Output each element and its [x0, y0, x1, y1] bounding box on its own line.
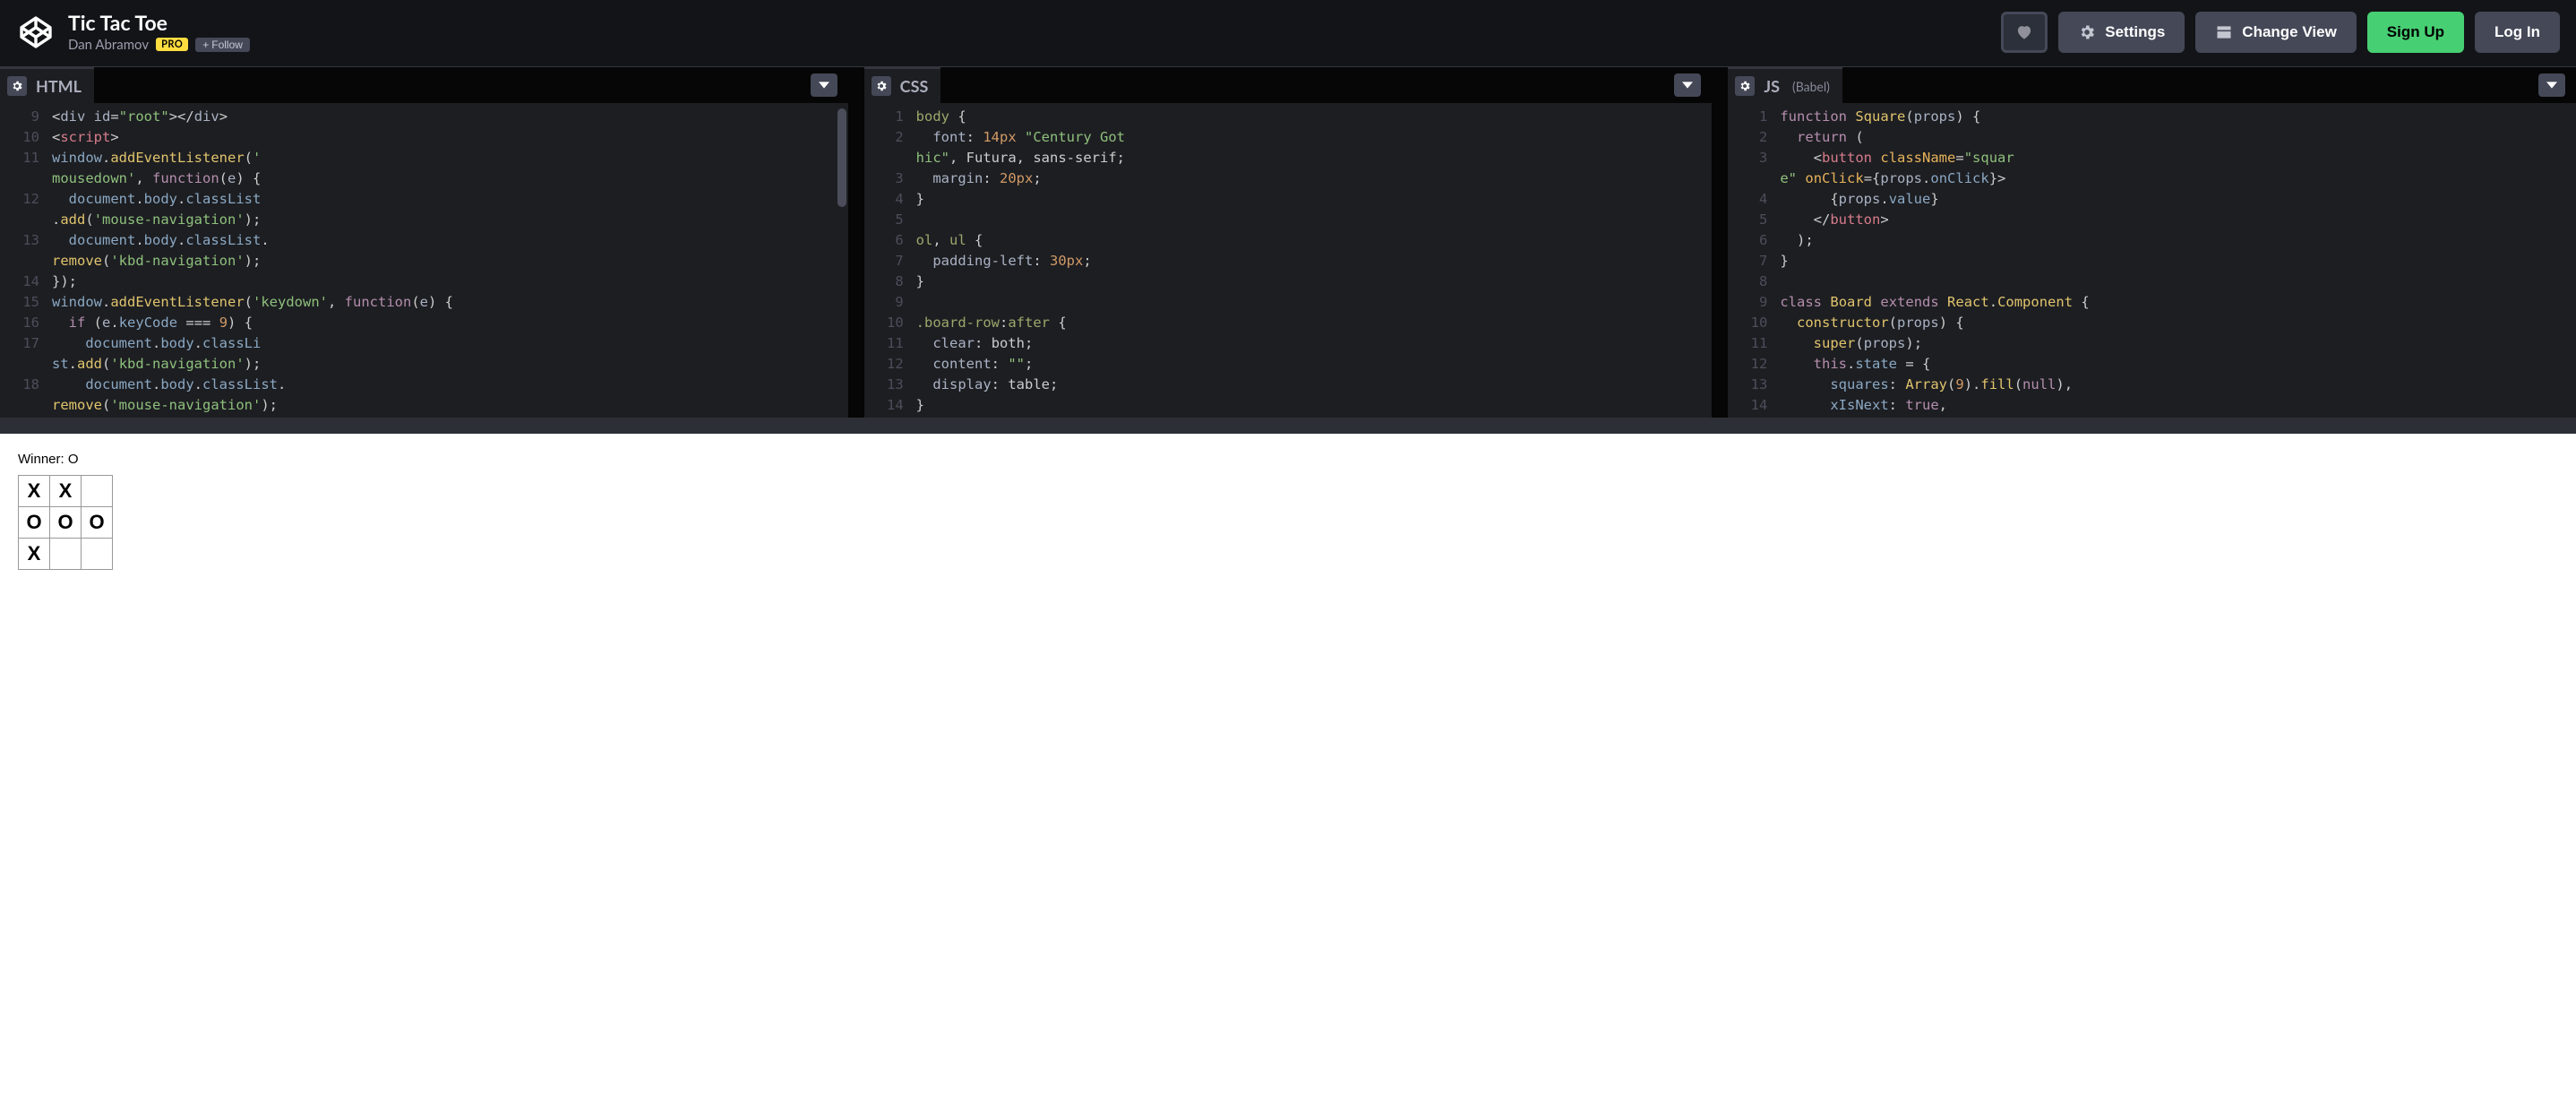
css-pane-header: CSS	[864, 67, 1713, 103]
html-pane-header: HTML	[0, 67, 848, 103]
login-button[interactable]: Log In	[2475, 12, 2560, 53]
js-pane-subtitle: (Babel)	[1792, 79, 1830, 94]
css-code-editor[interactable]: 1234567891011121314 body { font: 14px "C…	[864, 103, 1713, 418]
chevron-down-icon	[819, 80, 829, 91]
scrollbar-thumb[interactable]	[837, 108, 846, 207]
css-pane: CSS 1234567891011121314 body { font: 14p…	[864, 67, 1713, 418]
board-square[interactable]: X	[49, 475, 82, 507]
signup-label: Sign Up	[2387, 23, 2444, 41]
html-code-editor[interactable]: 910111213141516171819 <div id="root"></d…	[0, 103, 848, 418]
chevron-down-icon	[2546, 80, 2557, 91]
html-pane-menu-button[interactable]	[811, 73, 837, 97]
html-pane: HTML 910111213141516171819 <div id="root…	[0, 67, 848, 418]
css-code-lines: body { font: 14px "Century Gothic", Futu…	[916, 103, 1713, 418]
codepen-logo[interactable]	[16, 13, 56, 52]
chevron-down-icon	[1682, 80, 1693, 91]
board-row: X	[18, 539, 2558, 570]
gear-icon	[2078, 23, 2096, 41]
js-code-editor[interactable]: 1234567891011121314 function Square(prop…	[1728, 103, 2576, 418]
game-status: Winner: O	[18, 452, 2558, 467]
board-square[interactable]	[49, 538, 82, 570]
css-pane-title: CSS	[900, 76, 929, 96]
heart-icon	[2015, 23, 2033, 41]
author-link[interactable]: Dan Abramov	[68, 37, 149, 53]
login-label: Log In	[2494, 23, 2540, 41]
js-pane-menu-button[interactable]	[2538, 73, 2565, 97]
title-block: Tic Tac Toe Dan Abramov PRO + Follow	[68, 12, 250, 52]
love-button[interactable]	[2001, 12, 2048, 53]
gear-icon	[1739, 80, 1751, 92]
js-pane-header: JS (Babel)	[1728, 67, 2576, 103]
board-square[interactable]	[81, 538, 113, 570]
js-pane-title: JS	[1764, 76, 1780, 96]
pro-badge: PRO	[156, 38, 188, 51]
vertical-resizer[interactable]	[0, 418, 2576, 434]
signup-button[interactable]: Sign Up	[2367, 12, 2464, 53]
board-square[interactable]: O	[18, 506, 50, 539]
html-code-lines: <div id="root"></div><script>window.addE…	[52, 103, 848, 418]
gear-icon	[11, 80, 23, 92]
gear-icon	[875, 80, 888, 92]
change-view-label: Change View	[2242, 23, 2337, 41]
js-pane: JS (Babel) 1234567891011121314 function …	[1728, 67, 2576, 418]
preview-pane: Winner: O XXOOOX	[0, 434, 2576, 1095]
board-square[interactable]: X	[18, 538, 50, 570]
pen-title: Tic Tac Toe	[68, 12, 250, 34]
board-square[interactable]	[81, 475, 113, 507]
change-view-button[interactable]: Change View	[2195, 12, 2357, 53]
js-gutter: 1234567891011121314	[1728, 103, 1774, 418]
settings-button[interactable]: Settings	[2058, 12, 2185, 53]
html-settings-button[interactable]	[7, 76, 27, 96]
html-pane-tab[interactable]: HTML	[0, 67, 94, 103]
board-row: OOO	[18, 507, 2558, 539]
board-row: XX	[18, 476, 2558, 507]
plus-icon: +	[202, 39, 209, 51]
board-square[interactable]: O	[81, 506, 113, 539]
layout-icon	[2215, 23, 2233, 41]
js-settings-button[interactable]	[1735, 76, 1755, 96]
board-square[interactable]: O	[49, 506, 82, 539]
css-pane-menu-button[interactable]	[1674, 73, 1701, 97]
app-header: Tic Tac Toe Dan Abramov PRO + Follow Set…	[0, 0, 2576, 66]
css-settings-button[interactable]	[872, 76, 891, 96]
follow-label: Follow	[211, 39, 243, 51]
css-gutter: 1234567891011121314	[864, 103, 911, 418]
editor-row: HTML 910111213141516171819 <div id="root…	[0, 66, 2576, 418]
js-pane-tab[interactable]: JS (Babel)	[1728, 67, 1842, 103]
game-board: XXOOOX	[18, 476, 2558, 570]
html-gutter: 910111213141516171819	[0, 103, 47, 418]
follow-button[interactable]: + Follow	[195, 38, 250, 52]
board-square[interactable]: X	[18, 475, 50, 507]
html-pane-title: HTML	[36, 76, 82, 96]
css-pane-tab[interactable]: CSS	[864, 67, 941, 103]
js-code-lines: function Square(props) { return ( <butto…	[1780, 103, 2576, 418]
settings-label: Settings	[2105, 23, 2165, 41]
